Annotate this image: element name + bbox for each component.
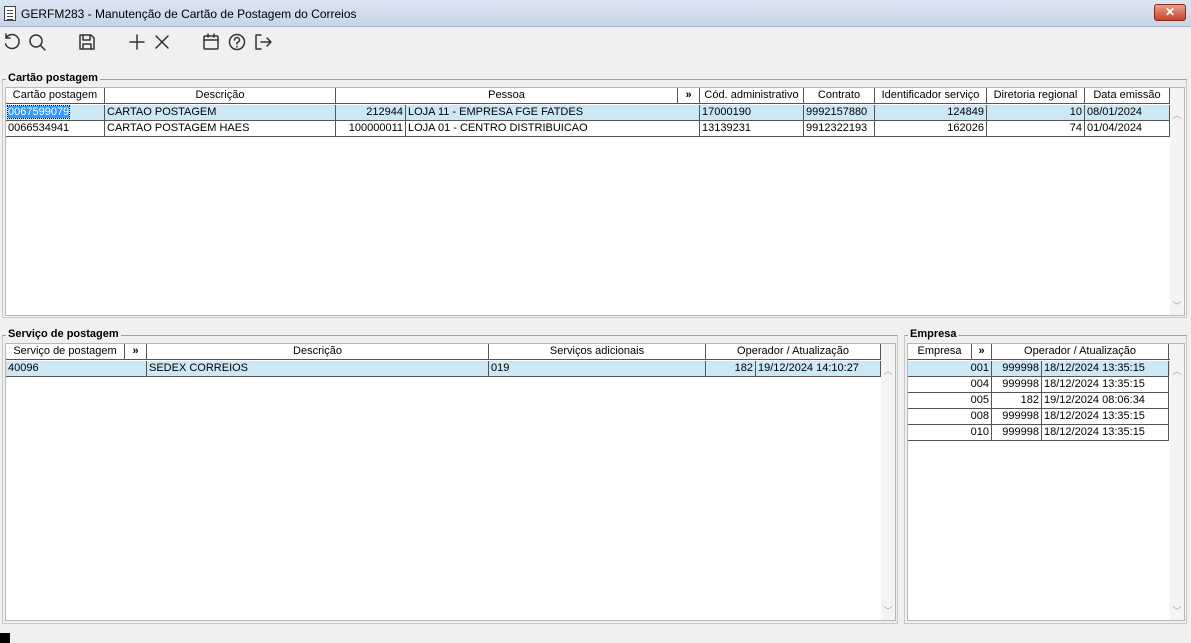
- col-operador-atualizacao[interactable]: Operador / Atualização: [992, 344, 1169, 360]
- save-icon[interactable]: [77, 32, 97, 52]
- table-row[interactable]: 0066534941 CARTAO POSTAGEM HAES 10000001…: [6, 121, 1171, 137]
- cell-servicos-adicionais: 019: [489, 361, 706, 377]
- cell-diretoria: 74: [987, 121, 1085, 137]
- cell-descricao: SEDEX CORREIOS: [147, 361, 489, 377]
- cell-cod-administrativo: 17000190: [700, 105, 804, 121]
- cell-contrato: 9912322193: [804, 121, 875, 137]
- cell-operador: 999998: [992, 425, 1042, 441]
- cell-servico-codigo: 40096: [6, 361, 147, 377]
- cell-cartao: 0066534941: [6, 121, 105, 137]
- col-contrato[interactable]: Contrato: [804, 88, 875, 104]
- expand-columns-button[interactable]: »: [125, 344, 147, 360]
- cell-empresa: 005: [908, 393, 992, 409]
- cell-atualizacao: 18/12/2024 13:35:15: [1042, 361, 1169, 377]
- table-row[interactable]: 004 999998 18/12/2024 13:35:15: [908, 377, 1170, 393]
- col-descricao[interactable]: Descrição: [105, 88, 336, 104]
- expand-columns-button[interactable]: »: [972, 344, 992, 360]
- col-cartao-postagem[interactable]: Cartão postagem: [6, 88, 105, 104]
- table-row[interactable]: 005 182 19/12/2024 08:06:34: [908, 393, 1170, 409]
- col-servicos-adicionais[interactable]: Serviços adicionais: [489, 344, 706, 360]
- expand-columns-button[interactable]: »: [678, 88, 700, 104]
- scroll-up-icon[interactable]: ︿: [1172, 366, 1182, 376]
- empresa-group: Empresa Empresa » Operador / Atualização…: [904, 328, 1187, 624]
- grid-header: Cartão postagem Descrição Pessoa » Cód. …: [6, 88, 1171, 104]
- cell-pessoa-nome: LOJA 01 - CENTRO DISTRIBUICAO: [406, 121, 700, 137]
- servico-postagem-title: Serviço de postagem: [6, 328, 121, 340]
- servico-postagem-grid: Serviço de postagem » Descrição Serviços…: [5, 343, 896, 621]
- refresh-icon[interactable]: [2, 32, 22, 52]
- vertical-scrollbar[interactable]: ︿ ﹀: [1170, 344, 1184, 620]
- scroll-down-icon[interactable]: ﹀: [883, 606, 893, 616]
- col-descricao[interactable]: Descrição: [147, 344, 489, 360]
- cell-atualizacao: 19/12/2024 08:06:34: [1042, 393, 1169, 409]
- cell-cartao[interactable]: 0067599079: [6, 105, 71, 119]
- grid-header: Empresa » Operador / Atualização: [908, 344, 1170, 360]
- cell-empresa: 008: [908, 409, 992, 425]
- cell-identificador: 162026: [875, 121, 987, 137]
- calendar-icon[interactable]: [201, 32, 221, 52]
- table-row[interactable]: 0067599079 CARTAO POSTAGEM 212944 LOJA 1…: [6, 105, 1171, 121]
- cell-data-emissao: 01/04/2024: [1085, 121, 1170, 137]
- cell-operador: 999998: [992, 409, 1042, 425]
- cell-diretoria: 10: [987, 105, 1085, 121]
- cell-empresa: 001: [908, 361, 992, 377]
- col-diretoria-regional[interactable]: Diretoria regional: [987, 88, 1085, 104]
- search-icon[interactable]: [27, 32, 47, 52]
- cell-atualizacao: 18/12/2024 13:35:15: [1042, 377, 1169, 393]
- col-empresa[interactable]: Empresa: [908, 344, 972, 360]
- cell-operador: 999998: [992, 361, 1042, 377]
- status-indicator: [0, 633, 10, 643]
- cell-cod-administrativo: 13139231: [700, 121, 804, 137]
- scroll-up-icon[interactable]: ︿: [883, 366, 893, 376]
- cell-data-emissao: 08/01/2024: [1085, 105, 1170, 121]
- cell-empresa: 004: [908, 377, 992, 393]
- cell-operador: 182: [992, 393, 1042, 409]
- col-identificador-servico[interactable]: Identificador serviço: [875, 88, 987, 104]
- scroll-down-icon[interactable]: ﹀: [1172, 606, 1182, 616]
- table-row[interactable]: 40096 SEDEX CORREIOS 019 182 19/12/2024 …: [6, 361, 882, 377]
- cell-pessoa-nome: LOJA 11 - EMPRESA FGE FATDES: [406, 105, 700, 121]
- cartao-postagem-title: Cartão postagem: [6, 72, 100, 84]
- col-data-emissao[interactable]: Data emissão: [1085, 88, 1170, 104]
- window-title: GERFM283 - Manutenção de Cartão de Posta…: [21, 7, 357, 21]
- exit-icon[interactable]: [253, 32, 273, 52]
- help-icon[interactable]: [227, 32, 247, 52]
- col-cod-administrativo[interactable]: Cód. administrativo: [700, 88, 804, 104]
- cartao-postagem-group: Cartão postagem Cartão postagem Descriçã…: [2, 72, 1187, 318]
- cell-pessoa-codigo: 100000011: [336, 121, 406, 137]
- col-pessoa[interactable]: Pessoa: [336, 88, 678, 104]
- document-icon: [4, 6, 16, 21]
- scroll-down-icon[interactable]: ﹀: [1172, 301, 1182, 311]
- cell-empresa: 010: [908, 425, 992, 441]
- empresa-title: Empresa: [908, 328, 959, 340]
- cell-descricao: CARTAO POSTAGEM: [105, 105, 336, 121]
- vertical-scrollbar[interactable]: ︿ ﹀: [1170, 88, 1184, 315]
- empresa-grid: Empresa » Operador / Atualização 001 999…: [907, 343, 1185, 621]
- servico-postagem-group: Serviço de postagem Serviço de postagem …: [2, 328, 898, 624]
- cell-atualizacao: 18/12/2024 13:35:15: [1042, 425, 1169, 441]
- toolbar: [0, 28, 1191, 58]
- cell-atualizacao: 19/12/2024 14:10:27: [756, 361, 881, 377]
- cell-operador: 182: [706, 361, 756, 377]
- cell-atualizacao: 18/12/2024 13:35:15: [1042, 409, 1169, 425]
- cartao-postagem-grid: Cartão postagem Descrição Pessoa » Cód. …: [5, 87, 1185, 316]
- scroll-up-icon[interactable]: ︿: [1172, 110, 1182, 120]
- cell-identificador: 124849: [875, 105, 987, 121]
- col-servico-postagem[interactable]: Serviço de postagem: [6, 344, 125, 360]
- cell-operador: 999998: [992, 377, 1042, 393]
- cell-descricao: CARTAO POSTAGEM HAES: [105, 121, 336, 137]
- add-icon[interactable]: [127, 32, 147, 52]
- cell-pessoa-codigo: 212944: [336, 105, 406, 121]
- grid-header: Serviço de postagem » Descrição Serviços…: [6, 344, 882, 360]
- delete-icon[interactable]: [152, 32, 172, 52]
- vertical-scrollbar[interactable]: ︿ ﹀: [881, 344, 895, 620]
- table-row[interactable]: 010 999998 18/12/2024 13:35:15: [908, 425, 1170, 441]
- table-row[interactable]: 008 999998 18/12/2024 13:35:15: [908, 409, 1170, 425]
- close-button[interactable]: ✕: [1154, 4, 1186, 21]
- cell-contrato: 9992157880: [804, 105, 875, 121]
- col-operador-atualizacao[interactable]: Operador / Atualização: [706, 344, 881, 360]
- title-bar: GERFM283 - Manutenção de Cartão de Posta…: [0, 0, 1191, 27]
- table-row[interactable]: 001 999998 18/12/2024 13:35:15: [908, 361, 1170, 377]
